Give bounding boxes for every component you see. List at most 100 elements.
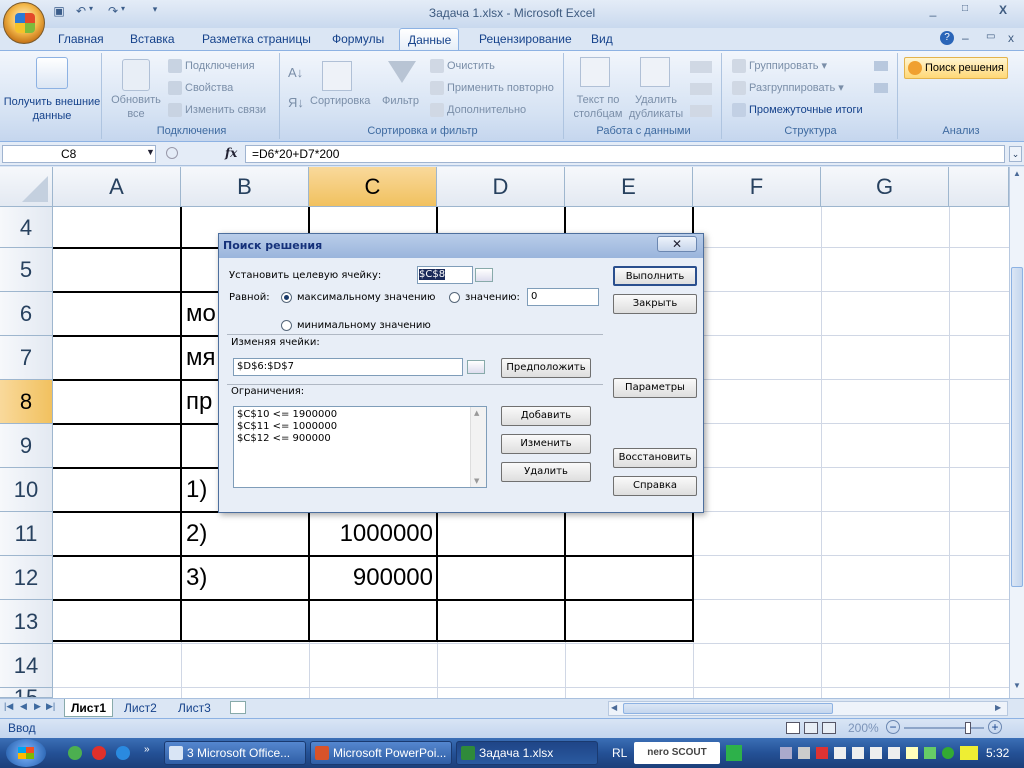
zoom-slider[interactable] xyxy=(904,727,984,729)
taskbar-excel[interactable]: Задача 1.xlsx xyxy=(456,741,598,765)
tab-formulas[interactable]: Формулы xyxy=(324,28,392,50)
radio-max-label[interactable]: максимальному значению xyxy=(297,292,435,303)
last-sheet-icon[interactable]: ▶| xyxy=(46,701,55,712)
expand-icon[interactable] xyxy=(166,147,178,159)
cell-b10[interactable]: 1) xyxy=(186,476,207,504)
page-break-view-icon[interactable] xyxy=(822,722,836,734)
text-to-columns-button[interactable]: Текст по столбцам xyxy=(568,93,628,121)
hscroll-thumb[interactable] xyxy=(623,703,833,714)
radio-value-label[interactable]: значению: xyxy=(465,292,520,303)
insert-sheet-icon[interactable] xyxy=(230,701,246,714)
consolidate-icon[interactable] xyxy=(690,83,712,95)
tab-home[interactable]: Главная xyxy=(50,28,112,50)
hide-detail-icon[interactable] xyxy=(874,83,888,93)
ribbon-minimize-icon[interactable]: – xyxy=(962,31,969,45)
row-header-6[interactable]: 6 xyxy=(0,292,53,336)
tray-display-icon[interactable] xyxy=(870,747,882,759)
row-header-13[interactable]: 13 xyxy=(0,600,53,644)
changing-ref-icon[interactable] xyxy=(467,360,485,374)
tray-skype-icon[interactable] xyxy=(942,747,954,759)
dialog-close-button[interactable]: ✕ xyxy=(657,236,697,252)
column-header-d[interactable]: D xyxy=(437,167,565,207)
close-button[interactable]: X xyxy=(990,3,1016,21)
change-constraint-button[interactable]: Изменить xyxy=(501,434,591,454)
vertical-scrollbar[interactable]: ▲ ▼ xyxy=(1009,167,1024,698)
normal-view-icon[interactable] xyxy=(786,722,800,734)
taskbar-powerpoint[interactable]: Microsoft PowerPoi... xyxy=(310,741,452,765)
row-header-15[interactable]: 15 xyxy=(0,688,53,698)
sheet-tab-2[interactable]: Лист2 xyxy=(118,699,163,717)
add-constraint-button[interactable]: Добавить xyxy=(501,406,591,426)
chrome-icon[interactable] xyxy=(68,746,82,760)
constraints-scroll-down-icon[interactable]: ▼ xyxy=(474,477,479,485)
cell-b8[interactable]: пр xyxy=(186,388,212,416)
column-header-a[interactable]: A xyxy=(53,167,181,207)
tab-insert[interactable]: Вставка xyxy=(122,28,183,50)
reapply-button[interactable]: Применить повторно xyxy=(430,81,554,95)
expand-formula-icon[interactable]: ⌄ xyxy=(1009,146,1022,162)
constraints-list[interactable]: $C$10 <= 1900000 $C$11 <= 1000000 $C$12 … xyxy=(233,406,487,488)
office-button[interactable] xyxy=(3,2,45,44)
name-box[interactable]: C8 xyxy=(2,145,156,163)
column-header-e[interactable]: E xyxy=(565,167,693,207)
scroll-up-icon[interactable]: ▲ xyxy=(1011,169,1023,183)
column-header-f[interactable]: F xyxy=(693,167,821,207)
help-icon[interactable]: ? xyxy=(940,31,954,45)
help-button[interactable]: Справка xyxy=(613,476,697,496)
get-external-data-button[interactable]: Получить внешние данные xyxy=(2,95,102,123)
ie-icon[interactable] xyxy=(116,746,130,760)
constraint-item[interactable]: $C$11 <= 1000000 xyxy=(237,421,337,433)
scroll-right-icon[interactable]: ▶ xyxy=(995,703,1001,712)
cell-c11[interactable]: 1000000 xyxy=(310,520,433,548)
ungroup-button[interactable]: Разгруппировать ▾ xyxy=(732,81,844,96)
connections-button[interactable]: Подключения xyxy=(168,59,255,73)
radio-value[interactable] xyxy=(449,292,460,303)
sort-button[interactable]: Сортировка xyxy=(310,95,370,107)
row-header-11[interactable]: 11 xyxy=(0,512,53,556)
scroll-down-icon[interactable]: ▼ xyxy=(1011,681,1023,695)
first-sheet-icon[interactable]: |◀ xyxy=(4,701,13,712)
start-button[interactable] xyxy=(6,739,46,767)
opera-icon[interactable] xyxy=(92,746,106,760)
cell-b11[interactable]: 2) xyxy=(186,520,207,548)
cell-b7[interactable]: мя xyxy=(186,344,216,372)
cell-c12[interactable]: 900000 xyxy=(310,564,433,592)
tray-volume-icon[interactable] xyxy=(834,747,846,759)
solve-button[interactable]: Выполнить xyxy=(613,266,697,286)
formula-input[interactable]: =D6*20+D7*200 xyxy=(245,145,1005,163)
guess-button[interactable]: Предположить xyxy=(501,358,591,378)
tray-sound-icon[interactable] xyxy=(888,747,900,759)
sort-za-icon[interactable]: Я↓ xyxy=(288,95,304,110)
refresh-all-button[interactable]: Обновить все xyxy=(106,93,166,121)
horizontal-scrollbar[interactable]: ◀ ▶ xyxy=(608,701,1008,716)
row-header-10[interactable]: 10 xyxy=(0,468,53,512)
zoom-out-icon[interactable]: − xyxy=(886,720,900,734)
name-box-dropdown-icon[interactable]: ▼ xyxy=(146,147,155,157)
subtotal-button[interactable]: Промежуточные итоги xyxy=(732,103,863,117)
row-header-8[interactable]: 8 xyxy=(0,380,53,424)
zoom-in-icon[interactable]: + xyxy=(988,720,1002,734)
reset-all-button[interactable]: Восстановить xyxy=(613,448,697,468)
edit-links-button[interactable]: Изменить связи xyxy=(168,103,266,117)
taskbar-office-group[interactable]: 3 Microsoft Office... xyxy=(164,741,306,765)
tab-review[interactable]: Рецензирование xyxy=(471,28,580,50)
sheet-tab-3[interactable]: Лист3 xyxy=(172,699,217,717)
tab-data[interactable]: Данные xyxy=(399,28,459,50)
radio-min-label[interactable]: минимальному значению xyxy=(297,320,431,331)
remove-duplicates-button[interactable]: Удалить дубликаты xyxy=(628,93,684,121)
advanced-filter-button[interactable]: Дополнительно xyxy=(430,103,526,117)
tab-page-layout[interactable]: Разметка страницы xyxy=(194,28,319,50)
solver-button[interactable]: Поиск решения xyxy=(904,57,1008,79)
row-header-9[interactable]: 9 xyxy=(0,424,53,468)
cell-b6[interactable]: мо xyxy=(186,300,216,328)
prev-sheet-icon[interactable]: ◀ xyxy=(20,701,27,712)
row-header-4[interactable]: 4 xyxy=(0,207,53,248)
tray-app-icon[interactable] xyxy=(798,747,810,759)
column-header-h[interactable] xyxy=(949,167,1009,207)
clear-button[interactable]: Очистить xyxy=(430,59,495,73)
row-header-14[interactable]: 14 xyxy=(0,644,53,688)
tray-antivirus-icon[interactable] xyxy=(816,747,828,759)
tray-security-icon[interactable] xyxy=(924,747,936,759)
data-validation-icon[interactable] xyxy=(690,61,712,73)
cell-b12[interactable]: 3) xyxy=(186,564,207,592)
